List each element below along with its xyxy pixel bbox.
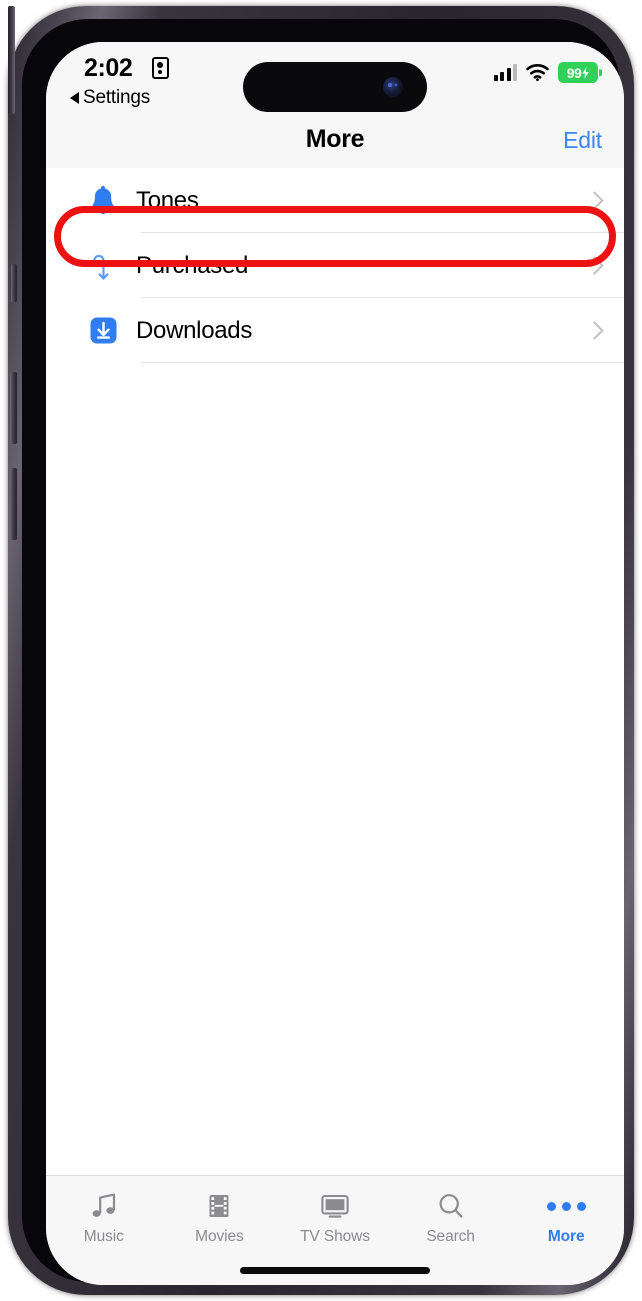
page-title: More — [305, 125, 365, 153]
search-icon — [436, 1190, 466, 1222]
tab-tv-shows[interactable]: TV Shows — [277, 1190, 393, 1246]
bell-icon — [80, 185, 126, 216]
list-item-label: Downloads — [136, 316, 253, 344]
list-item-label: Purchased — [136, 251, 249, 279]
tab-label: Movies — [195, 1228, 244, 1245]
tv-icon — [319, 1190, 351, 1222]
more-options-list: Tones Purchased Downloads — [46, 168, 624, 363]
battery-level-label: 99 — [566, 64, 582, 81]
battery-icon: 99 — [558, 62, 598, 83]
list-item-tones[interactable]: Tones — [46, 168, 624, 233]
status-time: 2:02 — [84, 54, 133, 82]
silent-switch-button[interactable] — [11, 264, 17, 302]
edit-button[interactable]: Edit — [563, 127, 602, 154]
power-button[interactable] — [8, 6, 15, 114]
back-triangle-icon — [70, 92, 79, 104]
tab-label: Search — [426, 1228, 475, 1245]
tab-more[interactable]: More — [508, 1190, 624, 1246]
film-strip-icon — [204, 1190, 234, 1222]
purchased-tag-icon — [80, 251, 126, 281]
row-separator — [141, 362, 624, 363]
tab-label: Music — [83, 1228, 124, 1245]
download-square-icon — [80, 316, 126, 345]
volume-up-button[interactable] — [10, 372, 17, 444]
tab-label: More — [547, 1228, 585, 1245]
chevron-right-icon — [587, 321, 599, 341]
chevron-right-icon — [587, 256, 599, 276]
dynamic-island — [243, 62, 427, 112]
tab-movies[interactable]: Movies — [162, 1190, 278, 1246]
cellular-signal-icon — [493, 64, 517, 81]
front-camera-icon — [383, 77, 403, 97]
status-bar: 2:02 Settings 99 — [46, 42, 624, 114]
phone-screen: 2:02 Settings 99 More Edit Tones Purchas… — [46, 42, 624, 1285]
phone-bezel: 2:02 Settings 99 More Edit Tones Purchas… — [22, 19, 624, 1285]
ellipsis-icon — [546, 1190, 586, 1222]
back-to-settings-link[interactable]: Settings — [70, 87, 150, 109]
tab-label: TV Shows — [300, 1228, 370, 1245]
list-item-purchased[interactable]: Purchased — [46, 233, 624, 298]
status-indicators: 99 — [493, 62, 598, 83]
chevron-right-icon — [587, 191, 599, 211]
music-note-icon — [89, 1190, 119, 1222]
list-item-label: Tones — [136, 186, 199, 214]
wifi-icon — [526, 64, 549, 81]
back-link-label: Settings — [83, 87, 151, 108]
home-indicator[interactable] — [240, 1267, 430, 1274]
navigation-bar: More Edit — [46, 114, 624, 168]
phone-frame: 2:02 Settings 99 More Edit Tones Purchas… — [8, 6, 634, 1295]
battery-charging-icon — [582, 66, 589, 79]
portrait-orientation-lock-icon — [152, 57, 169, 79]
list-item-downloads[interactable]: Downloads — [46, 298, 624, 363]
volume-down-button[interactable] — [10, 468, 17, 540]
tab-music[interactable]: Music — [46, 1190, 162, 1246]
tab-search[interactable]: Search — [393, 1190, 509, 1246]
